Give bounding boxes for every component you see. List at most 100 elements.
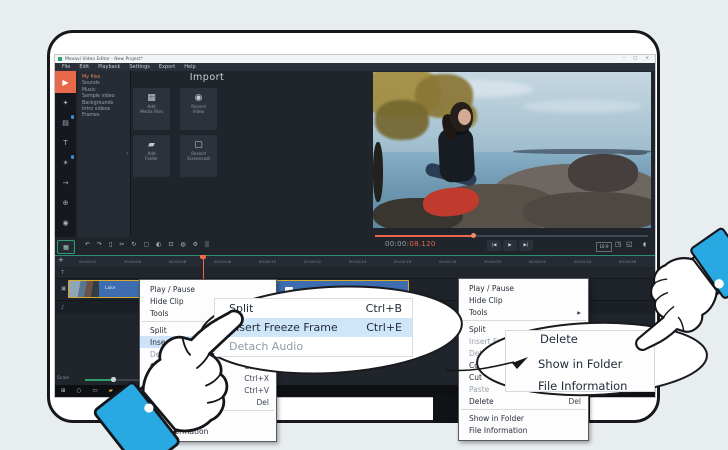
stickers-icon: ✶ [62,159,69,167]
menubar-item[interactable]: File [62,64,70,70]
tick-label: 00:00:16 [394,258,412,264]
cloud [523,100,643,113]
import-heading: Import [189,72,225,83]
pan-zoom-icon: ⊕ [62,199,69,207]
tick-label: 00:00:06 [169,258,187,264]
badge [70,115,74,119]
clip-label: Lake [105,286,116,291]
sidebar-item-stickers[interactable]: ✶ [55,153,76,173]
tile-label: Media Files [139,109,164,114]
start-icon[interactable]: ⊞ [61,388,66,394]
filters-icon: ✦ [62,99,69,107]
tick-label: 00:00:08 [214,258,232,264]
ruler-ticks: 00:00:02 00:00:04 00:00:06 00:00:08 00:00:10… [79,259,655,264]
toolbar-icon[interactable]: ▢ [143,241,149,248]
track-view-button[interactable]: ▦ [57,240,75,254]
menu-item-play-pause[interactable]: Play / Pause [459,282,588,294]
menu-separator [461,409,586,410]
collapse-panel-icon[interactable]: ‹ [126,150,128,157]
menubar-item[interactable]: Edit [79,64,89,70]
media-categories: My files Sounds Music Sample video Backgroun… [78,71,131,237]
menubar-item[interactable]: Playback [98,64,120,70]
menubar-item[interactable]: Export [159,64,175,70]
toolbar-icon[interactable]: ▯ [109,241,112,248]
tick-label: 00:00:18 [439,258,457,264]
close-icon[interactable]: × [645,56,649,61]
right-hand-cursor [635,227,728,352]
timecode: 00:00:08.120 [385,240,436,248]
transitions-icon: ▤ [62,119,69,127]
sidebar-item-import[interactable]: ▶ [55,71,76,93]
preview-video [373,72,651,228]
tick-label: 00:00:04 [124,258,142,264]
sidebar-rail: ▶ ✦ ▤ T ✶ → ⊕ ◉ [55,71,76,237]
tile-label: Screencast [186,156,211,161]
tick-label: 00:00:22 [529,258,547,264]
capture-icon: ◉ [62,219,69,227]
woman-face [458,109,471,125]
island [621,151,647,155]
sidebar-item-animation[interactable]: → [55,173,76,193]
title-bar: Movavi Video Editor - New Project* – ▢ × [55,55,655,63]
titles-track-icon: T [61,269,65,276]
media-files-icon: ▦ [147,93,156,103]
menubar-item[interactable]: Settings [129,64,150,70]
callout-shortcut: Ctrl+E [366,321,402,334]
transport-button[interactable]: ▶| [519,240,533,251]
menu-bar: File Edit Playback Settings Export Help [55,63,655,71]
menu-item-file-information[interactable]: File Information [459,424,588,436]
sidebar-item-pan-zoom[interactable]: ⊕ [55,193,76,213]
toolbar-icon[interactable]: ✂ [119,241,124,248]
toolbar-icon[interactable]: ⊡ [168,241,173,248]
video-track-icon: ▣ [61,286,67,292]
pointer-arrow-icon [445,357,528,372]
toolbar-icon[interactable]: ↷ [97,241,102,248]
category-item[interactable]: Frames [82,113,130,119]
add-folder-button[interactable]: ▰ Add Folder [133,135,170,177]
toolbar-icon[interactable]: ⚙ [193,241,198,248]
app-icon [58,57,62,61]
add-media-files-button[interactable]: ▦ Add Media Files [133,88,170,130]
playhead-handle[interactable] [200,255,206,259]
tick-label: 00:00:14 [349,258,367,264]
rocks [568,154,638,192]
left-hand-cursor [93,309,244,450]
folder-icon: ▰ [148,140,155,150]
sidebar-item-titles[interactable]: T [55,133,76,153]
sidebar-item-capture[interactable]: ◉ [55,213,76,233]
tick-label: 00:00:10 [259,258,277,264]
maximize-icon[interactable]: ▢ [633,56,637,61]
menubar-item[interactable]: Help [184,64,195,70]
tick-label: 00:00:02 [79,258,97,264]
transport-button[interactable]: |◀ [487,240,501,251]
sidebar-item-filters[interactable]: ✦ [55,93,76,113]
timecode-current: 08.120 [409,239,436,248]
add-track-button[interactable]: + [58,256,64,264]
menu-item-show-in-folder[interactable]: Show in Folder [459,412,588,424]
window-title: Movavi Video Editor - New Project* [65,56,144,62]
menu-item-hide-clip[interactable]: Hide Clip [459,294,588,306]
seek-handle[interactable] [471,232,476,238]
audio-track-icon: ♪ [61,304,65,311]
tick-label: 00:00:20 [484,258,502,264]
timeline-toolbar: ↶ ↷ ▯ ✂ ↻ ▢ ◐ ⊡ ◍ ⚙ || [85,241,209,248]
camera-icon: ◉ [194,93,203,103]
menu-item-tools[interactable]: Tools▸ [459,306,588,318]
callout-shortcut: Ctrl+B [365,302,402,315]
record-screencast-button[interactable]: ▢ Record Screencast [180,135,217,177]
minimize-icon[interactable]: – [623,56,625,61]
toolbar-icon[interactable]: ↻ [131,241,136,248]
toolbar-icon[interactable]: || [205,241,209,248]
toolbar-icon[interactable]: ↶ [85,241,90,248]
record-video-button[interactable]: ◉ Record Video [180,88,217,130]
menu-label: Show in Folder [469,413,525,423]
toolbar-icon[interactable]: ◐ [156,241,161,248]
window-controls: – ▢ × [623,56,649,61]
scale-label: Scale [57,375,70,381]
toolbar-icon[interactable]: ◍ [180,241,185,248]
menu-label: Play / Pause [469,283,514,293]
animation-icon: → [62,179,69,187]
sidebar-item-transitions[interactable]: ▤ [55,113,76,133]
transport-button[interactable]: ▶ [503,240,517,251]
callout-item-delete[interactable]: Delete [540,332,578,346]
